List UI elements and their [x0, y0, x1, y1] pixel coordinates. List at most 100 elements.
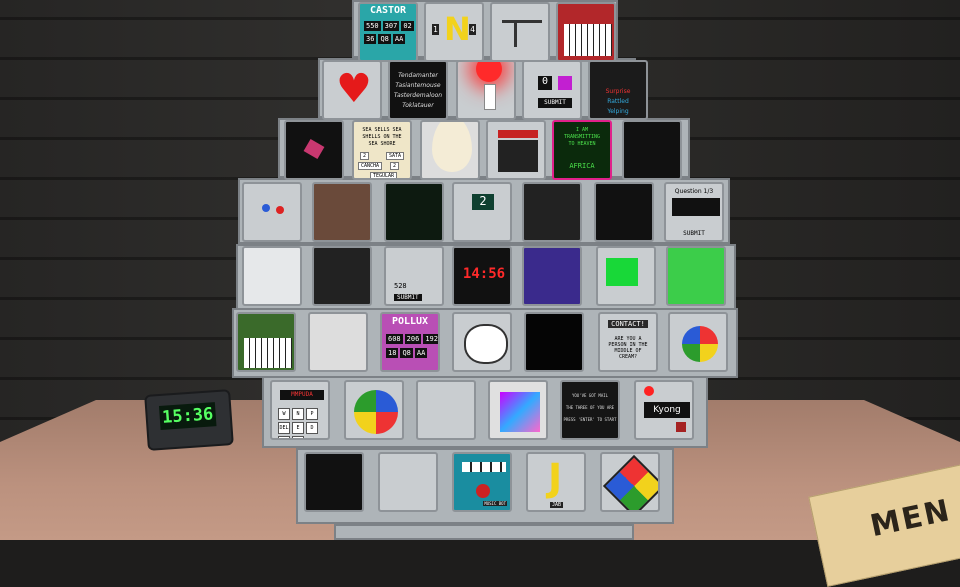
number-display-module[interactable]: 2 [452, 182, 512, 242]
diamond-icon[interactable] [602, 454, 658, 510]
transmit-module[interactable]: I AM TRANSMITTING TO HEAVEN AFRICA [552, 120, 612, 180]
kyong-module[interactable]: Kyong [634, 380, 694, 440]
wordle-key-3[interactable]: P [306, 408, 318, 420]
pollux-num-6[interactable]: AA [414, 348, 428, 358]
wordle-key-8[interactable]: OK [292, 436, 304, 438]
pollux-num-5[interactable]: Q8 [400, 348, 413, 358]
button-panel-module[interactable] [522, 182, 582, 242]
sea-shells-module[interactable]: SEA SELLS SEA SHELLS ON THE SEA SHORE 2 … [352, 120, 412, 180]
castor-num-6[interactable]: AA [392, 34, 406, 44]
task-item-2[interactable]: Rattled [590, 98, 646, 106]
wordle-key-1[interactable]: W [278, 408, 290, 420]
pollux-num-4[interactable]: 18 [386, 348, 399, 358]
pollux-num-2[interactable]: 206 [404, 334, 422, 344]
trollface-icon[interactable] [464, 324, 508, 364]
green-panel-module[interactable] [666, 246, 726, 306]
kyong-button[interactable] [676, 422, 686, 432]
photo-module[interactable] [312, 182, 372, 242]
heart-module[interactable]: ♥ [322, 60, 382, 120]
lever-handle[interactable] [484, 84, 496, 110]
transmit-answer[interactable]: AFRICA [554, 162, 610, 170]
wordle-key-2[interactable]: N [292, 408, 304, 420]
blue-dot[interactable] [262, 204, 270, 212]
computer-module[interactable] [304, 452, 364, 512]
sea-shells-button-5[interactable]: TEGULAR [370, 172, 398, 178]
dark-box-module[interactable] [622, 120, 682, 180]
egg-icon[interactable] [432, 122, 472, 172]
contact-module[interactable]: CONTACT! ARE YOU A PERSON IN THE MIDDLE … [598, 312, 658, 372]
piano-keys[interactable] [564, 24, 612, 56]
sea-shells-button-2[interactable]: SATA [386, 152, 405, 160]
red-dot[interactable] [276, 206, 284, 214]
wordle-key-4[interactable]: DEL [278, 422, 290, 434]
wordle-key-6[interactable]: D [306, 422, 318, 434]
sea-shells-button-4[interactable]: 2 [390, 162, 400, 170]
keypad-submit-module[interactable]: 0 SUBMIT [522, 60, 582, 120]
bracket-module[interactable] [490, 2, 550, 62]
comic-module[interactable] [308, 312, 368, 372]
tiles-module[interactable] [312, 246, 372, 306]
wordle-key-5[interactable]: E [292, 422, 304, 434]
music-piano-module[interactable] [236, 312, 296, 372]
trollface-module[interactable] [452, 312, 512, 372]
letter-j-module[interactable]: J JAB [526, 452, 586, 512]
pizza-module[interactable]: 528 SUBMIT [384, 246, 444, 306]
question-submit[interactable]: SUBMIT [666, 230, 722, 238]
text-log-module[interactable] [594, 182, 654, 242]
poem-line-1[interactable]: Tendamanter [390, 72, 446, 80]
piano-module[interactable] [556, 2, 616, 62]
pizza-submit-button[interactable]: SUBMIT [394, 294, 422, 301]
contact-title[interactable]: CONTACT! [608, 320, 648, 328]
task-item-1[interactable]: Surprise [590, 88, 646, 96]
poem-module[interactable]: Tendamanter Tasiantemouse Tasterdemaloon… [388, 60, 448, 120]
holo-image-module[interactable] [488, 380, 548, 440]
green-screen-module[interactable] [596, 246, 656, 306]
letter-n-module[interactable]: 1 N 4 [424, 2, 484, 62]
lever-module[interactable] [456, 60, 516, 120]
poem-line-4[interactable]: Toklatauer [390, 102, 446, 110]
castor-num-1[interactable]: 550 [364, 21, 381, 31]
egg-module[interactable] [420, 120, 480, 180]
dots-module[interactable] [242, 182, 302, 242]
task-item-3[interactable]: Yelping [590, 108, 646, 116]
pollux-module[interactable]: POLLUX 608 206 192 18 Q8 AA [380, 312, 440, 372]
color-wheel-module[interactable] [668, 312, 728, 372]
press-start-line-3[interactable]: PRESS 'ENTER' TO START [562, 416, 618, 424]
blank-dark-module[interactable] [524, 312, 584, 372]
quad-circle-icon[interactable] [354, 390, 398, 434]
poem-line-2[interactable]: Tasiantemouse [390, 82, 446, 90]
castor-num-5[interactable]: Q8 [378, 34, 391, 44]
press-start-line-2: THE THREE OF YOU ARE [565, 405, 615, 410]
castor-module[interactable]: CASTOR 550 307 02 36 Q8 AA [358, 2, 418, 62]
sea-shells-button-1[interactable]: 2 [360, 152, 370, 160]
wordle-module[interactable]: MMPUDA W N P DEL E D A OK [270, 380, 330, 440]
press-start-module[interactable]: YOU'VE GOT MAIL THE THREE OF YOU ARE PRE… [560, 380, 620, 440]
pollux-num-3[interactable]: 192 [423, 334, 438, 344]
gem-module[interactable] [284, 120, 344, 180]
color-grid-module[interactable] [522, 246, 582, 306]
pollux-num-1[interactable]: 608 [386, 334, 403, 344]
grid-screen[interactable] [498, 140, 538, 172]
diamond-module[interactable] [600, 452, 660, 512]
green-screen[interactable] [606, 258, 638, 286]
timer-module[interactable]: 14:56 [452, 246, 512, 306]
wordle-key-7[interactable]: A [278, 436, 290, 438]
pinball-red-button[interactable] [476, 484, 490, 498]
pinball-label[interactable]: MUSIC BOT [483, 501, 507, 506]
sea-shells-button-3[interactable]: CANCHA [358, 162, 383, 170]
castor-num-2[interactable]: 307 [382, 21, 400, 31]
line-graph-module[interactable] [242, 246, 302, 306]
quad-circle-module[interactable] [344, 380, 404, 440]
castor-num-3[interactable]: 02 [401, 21, 414, 31]
music-piano-keys[interactable] [244, 338, 292, 368]
pinball-module[interactable]: MUSIC BOT [452, 452, 512, 512]
question-module[interactable]: Question 1/3 SUBMIT [664, 182, 724, 242]
bomb[interactable]: CASTOR 550 307 02 36 Q8 AA 1 N 4 ♥ Tenda… [0, 0, 960, 540]
poem-line-3[interactable]: Tasterdemaloon [390, 92, 446, 100]
keypad-grid-module[interactable] [486, 120, 546, 180]
castor-num-4[interactable]: 36 [364, 34, 377, 44]
letter-grid-module[interactable] [384, 182, 444, 242]
color-wheel-icon[interactable] [682, 326, 718, 362]
tasks-module[interactable]: Surprise Rattled Yelping [588, 60, 648, 120]
keypad-submit-button[interactable]: SUBMIT [538, 98, 572, 108]
